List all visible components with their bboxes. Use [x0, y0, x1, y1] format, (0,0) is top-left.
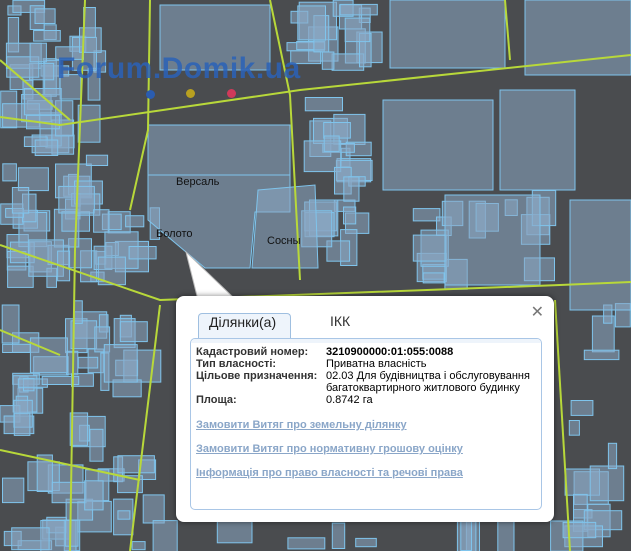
parcel[interactable]	[297, 5, 326, 41]
parcel[interactable]	[13, 412, 31, 436]
parcel[interactable]	[304, 97, 343, 112]
parcel[interactable]	[70, 320, 98, 350]
order-valuation-extract-link[interactable]: Замовити Витяг про нормативну грошову оц…	[196, 443, 463, 455]
ownership-type-label: Тип власності:	[196, 358, 277, 370]
parcel-large[interactable]	[251, 184, 319, 269]
parcel[interactable]	[77, 356, 99, 369]
road-line	[504, 0, 511, 61]
parcel[interactable]	[568, 420, 580, 436]
ownership-type-value: Приватна власність	[326, 358, 427, 370]
parcel[interactable]	[422, 272, 445, 284]
parcel[interactable]	[2, 343, 31, 353]
parcel-details-panel: Кадастровий номер: 3210900000:01:055:008…	[190, 338, 542, 510]
purpose-label: Цільове призначення:	[196, 370, 318, 382]
parcel[interactable]	[152, 520, 178, 551]
parcel[interactable]	[23, 88, 62, 116]
parcel[interactable]	[412, 208, 441, 222]
watermark-dot-yellow	[186, 89, 195, 98]
tab-ikk[interactable]: ІКК	[320, 313, 360, 338]
area-value: 0.8742 га	[326, 394, 373, 406]
cadastral-number-value: 3210900000:01:055:0088	[326, 346, 454, 358]
purpose-value: 02.03 Для будівництва і обслуговування б…	[326, 370, 530, 394]
order-land-extract-link[interactable]: Замовити Витяг про земельну ділянку	[196, 419, 407, 431]
parcel[interactable]	[321, 51, 335, 70]
parcel-large[interactable]	[569, 199, 631, 311]
parcel[interactable]	[339, 3, 378, 16]
parcel[interactable]	[344, 17, 371, 43]
parcel[interactable]	[73, 300, 83, 324]
parcel[interactable]	[103, 344, 138, 383]
parcel[interactable]	[11, 187, 30, 214]
parcel[interactable]	[323, 135, 340, 152]
road-line	[129, 0, 151, 211]
parcel[interactable]	[117, 510, 131, 520]
panel-top-band	[191, 339, 541, 343]
parcel-large[interactable]	[499, 89, 576, 191]
ownership-rights-info-link[interactable]: Інформація про право власності та речові…	[196, 467, 463, 479]
parcel[interactable]	[2, 477, 25, 504]
parcel[interactable]	[34, 139, 59, 156]
parcel[interactable]	[125, 215, 145, 228]
watermark-dot-red	[227, 89, 236, 98]
parcel[interactable]	[29, 337, 68, 374]
map-label-boloto: Болото	[156, 228, 193, 240]
parcel[interactable]	[331, 53, 365, 71]
parcel[interactable]	[93, 209, 110, 233]
parcel-large[interactable]	[389, 0, 506, 69]
road-line	[554, 299, 571, 551]
parcel[interactable]	[33, 30, 61, 42]
parcel[interactable]	[570, 400, 594, 416]
parcel[interactable]	[355, 537, 377, 548]
parcel[interactable]	[497, 520, 515, 551]
parcel[interactable]	[117, 455, 155, 474]
parcel[interactable]	[11, 527, 50, 551]
map-label-sosny: Сосны	[267, 235, 301, 247]
area-label: Площа:	[196, 394, 237, 406]
parcel[interactable]	[2, 163, 17, 182]
parcel[interactable]	[343, 206, 357, 225]
parcel[interactable]	[51, 481, 87, 504]
close-icon[interactable]: ✕	[531, 304, 544, 320]
parcel[interactable]	[583, 349, 620, 361]
parcel-large[interactable]	[147, 124, 291, 176]
parcel[interactable]	[287, 537, 326, 550]
parcel[interactable]	[142, 494, 165, 524]
parcel[interactable]	[85, 154, 109, 166]
parcel[interactable]	[589, 465, 625, 502]
parcel[interactable]	[343, 176, 360, 202]
parcel[interactable]	[64, 519, 79, 547]
parcel[interactable]	[412, 234, 447, 262]
parcel-large[interactable]	[444, 194, 541, 286]
parcel[interactable]	[216, 520, 253, 544]
cadastral-number-label: Кадастровий номер:	[196, 346, 309, 358]
parcel[interactable]	[607, 442, 618, 470]
parcel[interactable]	[128, 246, 157, 260]
parcel-info-popup: ✕ Ділянки(а) ІКК Кадастровий номер: 3210…	[176, 296, 554, 522]
parcel-large[interactable]	[382, 99, 494, 191]
parcel[interactable]	[84, 480, 104, 511]
parcel[interactable]	[460, 519, 472, 551]
map-label-versal: Версаль	[176, 176, 220, 188]
parcel[interactable]	[34, 8, 56, 24]
watermark-logo: Forum.Domik.ua	[57, 52, 301, 85]
watermark-dot-blue	[146, 90, 155, 99]
parcel[interactable]	[119, 321, 148, 343]
tab-parcels[interactable]: Ділянки(а)	[198, 313, 291, 338]
parcel[interactable]	[331, 522, 346, 549]
parcel[interactable]	[89, 428, 104, 462]
parcel[interactable]	[29, 42, 47, 63]
parcel[interactable]	[131, 541, 146, 551]
